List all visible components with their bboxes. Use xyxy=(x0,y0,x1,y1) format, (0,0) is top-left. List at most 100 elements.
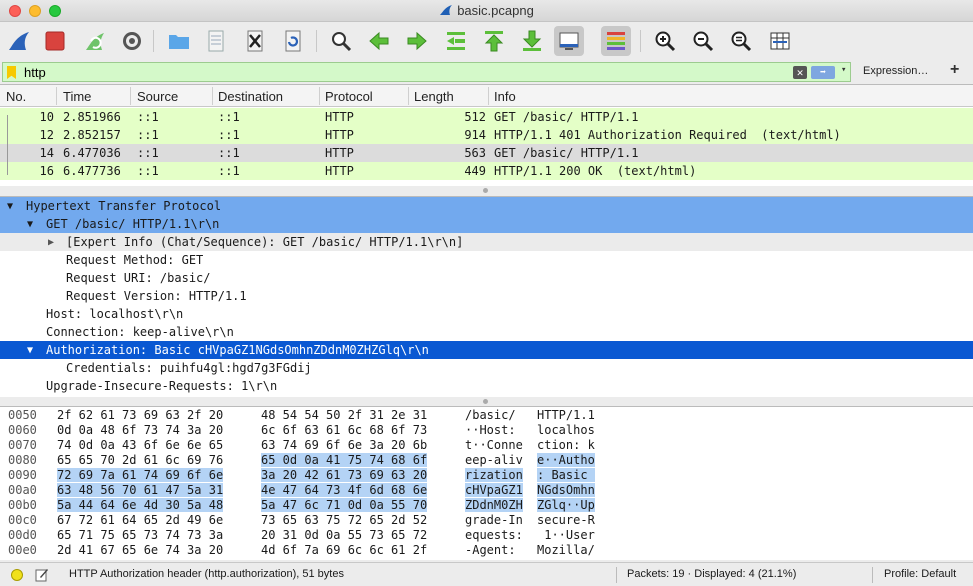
last-packet-icon[interactable] xyxy=(517,26,547,56)
column-divider[interactable] xyxy=(212,87,213,105)
filter-dropdown-icon[interactable]: ▾ xyxy=(841,65,846,75)
hex-offset: 0070 xyxy=(8,438,37,452)
column-header-protocol[interactable]: Protocol xyxy=(325,89,373,104)
packet-info: HTTP/1.1 200 OK (text/html) xyxy=(494,164,697,178)
hex-row[interactable]: 0070 74 0d 0a 43 6f 6e 6e 65 63 74 69 6f… xyxy=(0,438,973,453)
edit-comment-icon[interactable] xyxy=(35,568,49,582)
detail-row[interactable]: Request Version: HTTP/1.1 xyxy=(0,287,973,305)
packet-time: 2.852157 xyxy=(63,128,121,142)
hex-ascii-highlight: : Basic xyxy=(537,468,595,482)
detail-text: Credentials: puihfu4gl:hgd7g3FGdij xyxy=(66,361,312,375)
column-header-length[interactable]: Length xyxy=(414,89,454,104)
hex-row[interactable]: 0090 72 69 7a 61 74 69 6f 6e 3a 20 42 61… xyxy=(0,468,973,483)
hex-bytes: 2d 41 67 65 6e 74 3a 20 xyxy=(57,543,224,557)
hex-row[interactable]: 0060 0d 0a 48 6f 73 74 3a 20 6c 6f 63 61… xyxy=(0,423,973,438)
packet-info: GET /basic/ HTTP/1.1 xyxy=(494,146,639,160)
search-icon[interactable] xyxy=(326,26,356,56)
column-header-source[interactable]: Source xyxy=(137,89,178,104)
bookmark-icon[interactable] xyxy=(7,66,16,79)
column-divider[interactable] xyxy=(488,87,489,105)
expert-info-led-icon[interactable] xyxy=(11,569,23,581)
detail-text: [Expert Info (Chat/Sequence): GET /basic… xyxy=(66,235,464,249)
hex-offset: 0060 xyxy=(8,423,37,437)
pane-splitter[interactable] xyxy=(0,397,973,406)
folder-open-icon[interactable] xyxy=(164,26,194,56)
hex-bytes: 65 71 75 65 73 74 73 3a xyxy=(57,528,224,542)
packet-length: 914 xyxy=(464,128,486,142)
column-divider[interactable] xyxy=(130,87,131,105)
restart-capture-icon[interactable] xyxy=(80,26,110,56)
pane-splitter[interactable] xyxy=(0,186,973,196)
display-filter-input[interactable]: http ✕ ➡ ▾ xyxy=(2,62,851,82)
packet-row-selected[interactable]: 14 6.477036 ::1 ::1 HTTP 563 GET /basic/… xyxy=(0,144,973,162)
column-divider[interactable] xyxy=(319,87,320,105)
resize-columns-icon[interactable] xyxy=(765,26,795,56)
packet-time: 6.477736 xyxy=(63,164,121,178)
collapse-arrow-icon[interactable]: ▼ xyxy=(7,201,13,212)
status-profile[interactable]: Profile: Default xyxy=(884,568,956,580)
hex-row[interactable]: 00d0 65 71 75 65 73 74 73 3a 20 31 0d 0a… xyxy=(0,528,973,543)
packet-info: GET /basic/ HTTP/1.1 xyxy=(494,110,639,124)
zoom-normal-icon[interactable] xyxy=(726,26,756,56)
packet-row[interactable]: 10 2.851966 ::1 ::1 HTTP 512 GET /basic/… xyxy=(0,108,973,126)
autoscroll-icon[interactable] xyxy=(554,26,584,56)
packet-source: ::1 xyxy=(137,164,159,178)
apply-filter-icon[interactable]: ➡ xyxy=(811,66,835,79)
hex-bytes-highlight: 72 69 7a 61 74 69 6f 6e xyxy=(57,468,224,482)
add-filter-button[interactable]: + xyxy=(950,61,959,79)
detail-text: Request URI: /basic/ xyxy=(66,271,211,285)
expand-arrow-icon[interactable]: ▶ xyxy=(48,237,54,248)
go-forward-icon[interactable] xyxy=(402,26,432,56)
detail-row[interactable]: ▶ [Expert Info (Chat/Sequence): GET /bas… xyxy=(0,233,973,251)
packet-row[interactable]: 16 6.477736 ::1 ::1 HTTP 449 HTTP/1.1 20… xyxy=(0,162,973,180)
detail-row[interactable]: Request Method: GET xyxy=(0,251,973,269)
splitter-handle[interactable] xyxy=(483,188,488,193)
packet-source: ::1 xyxy=(137,128,159,142)
packet-row[interactable]: 12 2.852157 ::1 ::1 HTTP 914 HTTP/1.1 40… xyxy=(0,126,973,144)
hex-row[interactable]: 00c0 67 72 61 64 65 2d 49 6e 73 65 63 75… xyxy=(0,513,973,528)
column-divider[interactable] xyxy=(408,87,409,105)
stop-square-icon[interactable] xyxy=(40,26,70,56)
detail-row[interactable]: Request URI: /basic/ xyxy=(0,269,973,287)
gear-options-icon[interactable] xyxy=(117,26,147,56)
detail-row[interactable]: Upgrade-Insecure-Requests: 1\r\n xyxy=(0,377,973,395)
splitter-handle[interactable] xyxy=(483,399,488,404)
hex-row[interactable]: 00b0 5a 44 64 6e 4d 30 5a 48 5a 47 6c 71… xyxy=(0,498,973,513)
hex-row[interactable]: 00a0 63 48 56 70 61 47 5a 31 4e 47 64 73… xyxy=(0,483,973,498)
detail-row[interactable]: Connection: keep-alive\r\n xyxy=(0,323,973,341)
zoom-in-icon[interactable] xyxy=(650,26,680,56)
hex-row[interactable]: 0050 2f 62 61 73 69 63 2f 20 48 54 54 50… xyxy=(0,408,973,423)
column-header-destination[interactable]: Destination xyxy=(218,89,283,104)
column-header-time[interactable]: Time xyxy=(63,89,91,104)
hex-offset: 00a0 xyxy=(8,483,37,497)
detail-row[interactable]: Credentials: puihfu4gl:hgd7g3FGdij xyxy=(0,359,973,377)
column-header-info[interactable]: Info xyxy=(494,89,516,104)
zoom-out-icon[interactable] xyxy=(688,26,718,56)
clear-filter-icon[interactable]: ✕ xyxy=(793,66,807,79)
colorize-icon[interactable] xyxy=(601,26,631,56)
close-file-icon[interactable] xyxy=(240,26,270,56)
collapse-arrow-icon[interactable]: ▼ xyxy=(27,345,33,356)
toolbar-separator xyxy=(153,30,154,52)
shark-fin-start-icon[interactable] xyxy=(4,26,34,56)
column-header-no[interactable]: No. xyxy=(6,89,26,104)
column-divider[interactable] xyxy=(56,87,57,105)
collapse-arrow-icon[interactable]: ▼ xyxy=(27,219,33,230)
hex-offset: 0090 xyxy=(8,468,37,482)
detail-text: GET /basic/ HTTP/1.1\r\n xyxy=(46,217,220,231)
go-to-packet-icon[interactable] xyxy=(441,26,471,56)
detail-row[interactable]: ▼ GET /basic/ HTTP/1.1\r\n xyxy=(0,215,973,233)
detail-row-selected[interactable]: ▼ Authorization: Basic cHVpaGZ1NGdsOmhnZ… xyxy=(0,341,973,359)
first-packet-icon[interactable] xyxy=(479,26,509,56)
reload-icon[interactable] xyxy=(278,26,308,56)
title-bar: basic.pcapng xyxy=(0,0,973,22)
detail-row[interactable]: ▼ Hypertext Transfer Protocol xyxy=(0,197,973,215)
hex-bytes: 63 74 69 6f 6e 3a 20 6b xyxy=(261,438,428,452)
detail-row[interactable]: Host: localhost\r\n xyxy=(0,305,973,323)
hex-row[interactable]: 00e0 2d 41 67 65 6e 74 3a 20 4d 6f 7a 69… xyxy=(0,543,973,558)
hex-ascii: equests: xyxy=(465,528,523,542)
expression-button[interactable]: Expression… xyxy=(863,65,928,77)
hex-row[interactable]: 0080 65 65 70 2d 61 6c 69 76 65 0d 0a 41… xyxy=(0,453,973,468)
file-icon[interactable] xyxy=(201,26,231,56)
go-back-icon[interactable] xyxy=(364,26,394,56)
